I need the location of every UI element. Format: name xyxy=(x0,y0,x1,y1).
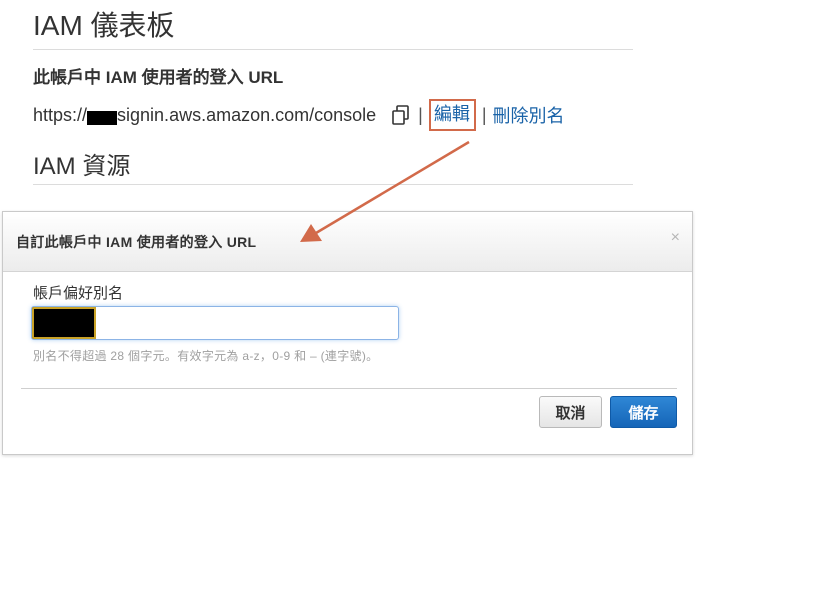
dialog-title: 自訂此帳戶中 IAM 使用者的登入 URL xyxy=(16,234,257,250)
dialog-header: 自訂此帳戶中 IAM 使用者的登入 URL × xyxy=(3,212,692,272)
delete-alias-link[interactable]: 刪除別名 xyxy=(493,102,565,128)
copy-icon[interactable] xyxy=(390,104,412,126)
edit-link[interactable]: 編輯 xyxy=(434,104,470,124)
save-button[interactable]: 儲存 xyxy=(610,396,677,428)
separator: | xyxy=(481,104,487,125)
page-title: IAM 儀表板 xyxy=(33,10,175,41)
alias-field[interactable] xyxy=(31,306,399,340)
edit-highlight-box: 編輯 xyxy=(428,99,476,131)
signin-url-prefix: https:// xyxy=(33,104,88,125)
signin-url-suffix[interactable]: signin.aws.amazon.com/console xyxy=(117,105,376,126)
redacted-account-alias xyxy=(87,111,118,125)
redacted-alias-value xyxy=(32,307,96,339)
alias-input[interactable] xyxy=(98,307,398,339)
alias-help-text: 別名不得超過 28 個字元。有效字元為 a-z，0-9 和 – (連字號)。 xyxy=(33,349,379,363)
alias-field-label: 帳戶偏好別名 xyxy=(33,285,124,302)
signin-url-heading: 此帳戶中 IAM 使用者的登入 URL xyxy=(33,68,284,87)
custom-signin-url-dialog: 自訂此帳戶中 IAM 使用者的登入 URL × 帳戶偏好別名 別名不得超過 28… xyxy=(2,211,693,455)
title-divider xyxy=(33,49,633,50)
resources-divider xyxy=(33,184,633,185)
dialog-footer-divider xyxy=(21,388,677,389)
iam-resources-title: IAM 資源 xyxy=(33,153,131,180)
cancel-button[interactable]: 取消 xyxy=(539,396,602,428)
close-icon[interactable]: × xyxy=(671,230,680,246)
separator: | xyxy=(418,104,423,125)
signin-url-row: https:// signin.aws.amazon.com/console |… xyxy=(33,99,565,131)
